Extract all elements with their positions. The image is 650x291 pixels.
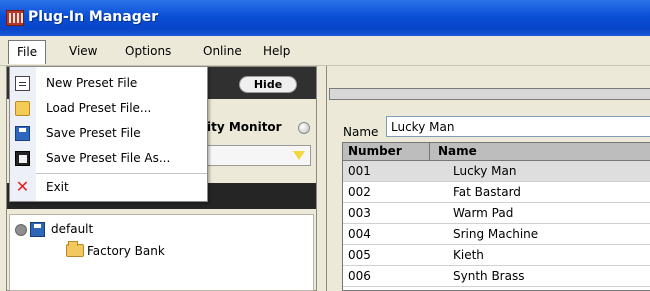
chevron-down-icon[interactable] — [293, 151, 305, 160]
row-number: 006 — [348, 269, 371, 283]
tree-item-default[interactable]: default — [51, 222, 93, 236]
new-file-icon — [15, 76, 30, 91]
file-menu-dropdown: New Preset File Load Preset File... Save… — [9, 66, 208, 202]
monitor-label: ity Monitor — [207, 120, 282, 134]
row-number: 005 — [348, 248, 371, 262]
exit-icon: ✕ — [15, 177, 30, 196]
menu-separator — [36, 173, 207, 174]
menu-item-label: New Preset File — [46, 76, 138, 90]
menu-item-new-preset-file[interactable]: New Preset File — [10, 71, 207, 96]
menu-item-label: Exit — [46, 180, 69, 194]
table-row[interactable]: 002 Fat Bastard — [343, 182, 650, 203]
menu-view[interactable]: View — [69, 44, 97, 58]
name-label: Name — [343, 125, 379, 139]
menu-item-label: Load Preset File... — [46, 101, 152, 115]
row-number: 003 — [348, 206, 371, 220]
folder-icon — [66, 241, 84, 257]
row-number: 004 — [348, 227, 371, 241]
row-number: 002 — [348, 185, 371, 199]
row-number: 001 — [348, 164, 371, 178]
hide-button[interactable]: Hide — [239, 76, 297, 93]
preset-tree: default Factory Bank — [9, 214, 314, 291]
menu-item-exit[interactable]: ✕ Exit — [10, 175, 207, 200]
preset-name-input[interactable] — [386, 116, 650, 137]
table-header: Number Name — [343, 143, 650, 161]
folder-icon — [15, 101, 30, 116]
menu-options[interactable]: Options — [125, 44, 171, 58]
menu-item-save-preset-file-as[interactable]: Save Preset File As... — [10, 146, 207, 171]
menu-bar: File View Options Online Help — [0, 36, 650, 66]
menu-help[interactable]: Help — [263, 44, 290, 58]
menu-item-save-preset-file[interactable]: Save Preset File — [10, 121, 207, 146]
window-title-bar: Plug-In Manager — [0, 0, 650, 36]
table-row[interactable]: 001 Lucky Man — [343, 161, 650, 182]
menu-online[interactable]: Online — [203, 44, 242, 58]
menu-item-label: Save Preset File — [46, 126, 141, 140]
column-divider[interactable] — [429, 143, 430, 161]
monitor-indicator-icon[interactable] — [298, 122, 310, 134]
save-icon — [15, 126, 30, 141]
menu-item-load-preset-file[interactable]: Load Preset File... — [10, 96, 207, 121]
table-row[interactable]: 004 Sring Machine — [343, 224, 650, 245]
window-title: Plug-In Manager — [28, 9, 159, 25]
tree-item-factory-bank[interactable]: Factory Bank — [87, 244, 165, 258]
monitor-dropdown[interactable] — [207, 145, 311, 166]
table-row[interactable]: 005 Kieth — [343, 245, 650, 266]
right-panel: Name Number Name 001 Lucky Man 002 Fat B… — [326, 66, 650, 291]
row-name: Kieth — [453, 248, 484, 262]
row-name: Warm Pad — [453, 206, 514, 220]
plugin-manager-icon — [6, 10, 24, 26]
row-name: Lucky Man — [453, 164, 517, 178]
row-name: Synth Brass — [453, 269, 525, 283]
preset-table: Number Name 001 Lucky Man 002 Fat Bastar… — [342, 142, 650, 291]
menu-item-label: Save Preset File As... — [46, 151, 171, 165]
table-row[interactable]: 006 Synth Brass — [343, 266, 650, 287]
column-number[interactable]: Number — [348, 144, 402, 158]
table-row[interactable]: 003 Warm Pad — [343, 203, 650, 224]
column-name[interactable]: Name — [438, 144, 477, 158]
save-disk-icon — [30, 222, 45, 237]
menu-file[interactable]: File — [8, 40, 47, 64]
expand-icon[interactable] — [15, 224, 27, 236]
save-as-icon — [15, 151, 30, 166]
row-name: Fat Bastard — [453, 185, 521, 199]
right-panel-header — [329, 88, 650, 100]
row-name: Sring Machine — [453, 227, 539, 241]
